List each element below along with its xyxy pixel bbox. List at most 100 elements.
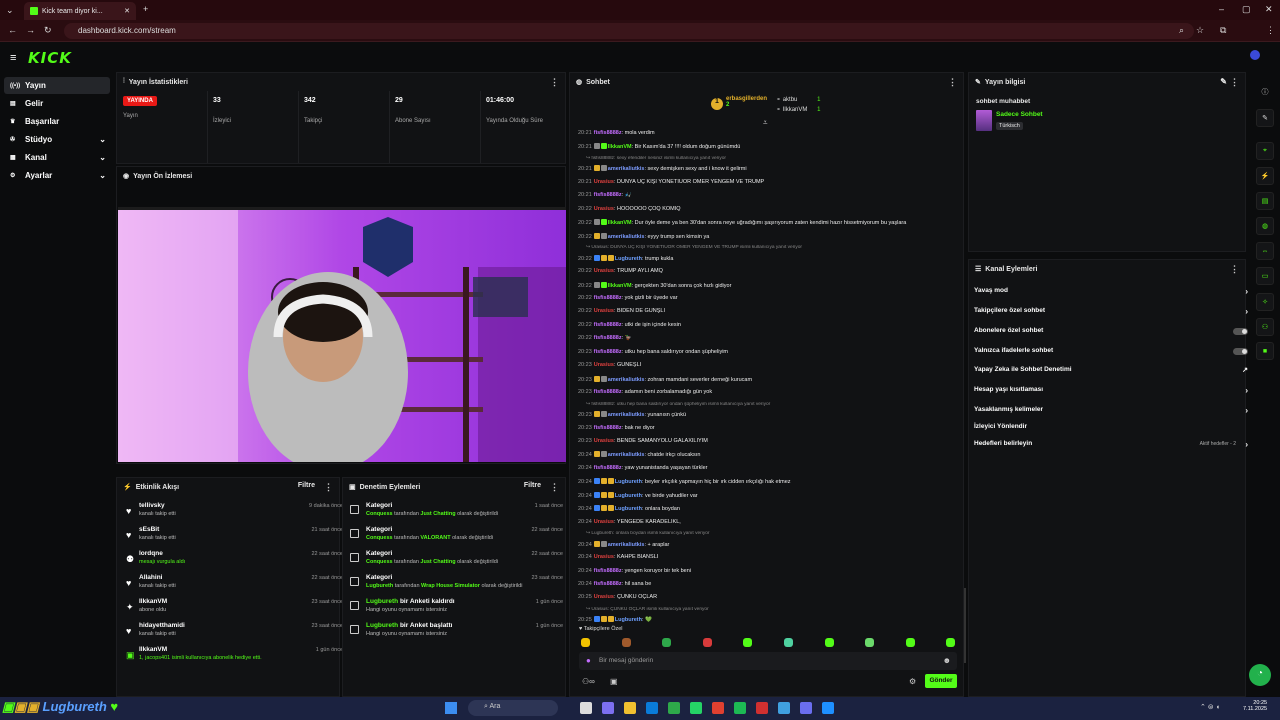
chevron-down-icon[interactable]: ⌄: [99, 153, 106, 162]
activity-user[interactable]: tellivsky: [139, 502, 165, 509]
chat-input[interactable]: ● Bir mesaj gönderin ☻: [579, 652, 957, 670]
chat-message[interactable]: 20:22 IlkkanVM: Dur öyle deme ya ben 30'd…: [578, 219, 963, 229]
moderation-item[interactable]: Kategori Lugbureth tarafından Wrap House …: [349, 574, 563, 596]
emote-icon[interactable]: [621, 638, 631, 647]
emoji-icon[interactable]: ☻: [943, 656, 951, 665]
activity-user[interactable]: IlkkanVM: [139, 646, 167, 653]
close-window-icon[interactable]: ✕: [1265, 4, 1273, 15]
chat-username[interactable]: amerikaliutkis: [608, 377, 645, 383]
user-avatar[interactable]: [1250, 50, 1260, 60]
chat-username[interactable]: Urasius: [594, 308, 614, 314]
zoom-icon[interactable]: ⌕: [1179, 25, 1184, 36]
leader-3[interactable]: ⚬ IlkkanVM 1: [776, 106, 820, 113]
chat-message[interactable]: 20:22 Urasius: BİDEN DE GÜNŞLİ: [578, 308, 963, 318]
chat-message[interactable]: 20:21 fisfis8888z: mola verdim: [578, 130, 963, 140]
chat-username[interactable]: Urasius: [594, 594, 614, 600]
chrome-icon[interactable]: [712, 702, 724, 714]
chat-message[interactable]: 20:23 fisfis8888z: adamın beni zorbalamad…: [578, 389, 963, 399]
chat-username[interactable]: IlkkanVM: [608, 283, 632, 289]
chat-username[interactable]: Urasius: [594, 519, 614, 525]
chat-username[interactable]: Lugbureth: [615, 256, 642, 262]
chat-username[interactable]: Urasius: [594, 438, 614, 444]
sidebar-item-5[interactable]: ⚙ Ayarlar ⌄: [4, 167, 110, 184]
arrows-icon[interactable]: ⇔: [1256, 242, 1274, 260]
edge-icon[interactable]: [646, 702, 658, 714]
tab-search-icon[interactable]: ⌄: [6, 5, 14, 16]
chat-username[interactable]: Lugbureth: [615, 506, 642, 512]
chat-message[interactable]: 20:23 fisfis8888z: utku hep bana saldırıy…: [578, 349, 963, 359]
chat-username[interactable]: amerikaliutkis: [608, 234, 645, 240]
chevron-right-icon[interactable]: ›: [1245, 386, 1248, 395]
more-options-icon[interactable]: ⋮: [550, 482, 559, 493]
chat-username[interactable]: Urasius: [594, 206, 614, 212]
chat-username[interactable]: amerikaliutkis: [608, 166, 645, 172]
chat-message[interactable]: 20:23 Urasius: BENDE SAMANYOLU GALAXİLİYİ…: [578, 438, 963, 448]
chat-message[interactable]: 20:21 IlkkanVM: Bir Kasım'da 37 !!!! oldu…: [578, 143, 963, 153]
emote-icon[interactable]: [824, 638, 834, 647]
chat-message[interactable]: 20:21 amerikaliutkis: sexy demişken sexy …: [578, 165, 963, 175]
chat-message[interactable]: 20:24 Urasius: YENGEDE KARADELİKL,: [578, 519, 963, 529]
activity-item[interactable]: ♥ sEsBit kanalı takip etti 21 saat önce: [123, 526, 343, 548]
taskbar-search[interactable]: ⌕ Ara: [468, 700, 558, 716]
chat-message[interactable]: 20:23 amerikaliutkis: zohran mamdani seve…: [578, 375, 963, 386]
chat-username[interactable]: IlkkanVM: [608, 144, 632, 150]
chat-message[interactable]: 20:22 IlkkanVM: gerçekten 30'dan sonra ço…: [578, 281, 963, 292]
stream-category[interactable]: Sadece Sohbet: [996, 111, 1043, 118]
chat-message[interactable]: 20:24 Lugbureth: beyler ırkçılık yapmayın…: [578, 478, 963, 488]
chat-username[interactable]: Lugbureth: [615, 479, 642, 485]
sidebar-item-2[interactable]: ♛ Başarılar: [4, 113, 110, 130]
discord-icon[interactable]: [800, 702, 812, 714]
chat-username[interactable]: Lugbureth: [615, 617, 642, 623]
chat-username[interactable]: fisfis8888z: [594, 322, 622, 328]
maximize-icon[interactable]: ▢: [1242, 4, 1251, 15]
channel-action-item[interactable]: Yalnızca ifadelerle sohbet: [974, 347, 1248, 361]
chevron-right-icon[interactable]: ›: [1245, 307, 1248, 316]
new-tab-icon[interactable]: +: [143, 4, 148, 14]
support-chat-button[interactable]: ◔: [1249, 664, 1271, 686]
activity-item[interactable]: ✦ IlkkanVM abone oldu 23 saat önce: [123, 598, 343, 620]
page-icon[interactable]: ▤: [1256, 192, 1274, 210]
chat-username[interactable]: fisfis8888z: [594, 465, 622, 471]
chevron-right-icon[interactable]: ›: [1245, 287, 1248, 296]
chat-message[interactable]: 20:24 fisfis8888z: yaw yunanistanda yaşay…: [578, 465, 963, 475]
chat-scrollbar[interactable]: [964, 588, 966, 663]
kick-logo[interactable]: KICK: [28, 49, 72, 67]
bookmark-star-icon[interactable]: ☆: [1196, 25, 1204, 36]
activity-user[interactable]: IlkkanVM: [139, 598, 167, 605]
chat-username[interactable]: fisfis8888z: [594, 130, 622, 136]
channel-action-item[interactable]: Abonelere özel sohbet: [974, 327, 1248, 341]
channel-action-item[interactable]: Yapay Zeka ile Sohbet Denetimi ↗: [974, 366, 1248, 380]
moderation-item[interactable]: Lugbureth bir Anketi kaldırdı Hangi oyunu…: [349, 598, 563, 620]
channel-action-item[interactable]: İzleyici Yönlendir: [974, 423, 1248, 437]
activity-user[interactable]: sEsBit: [139, 526, 159, 533]
spotify-icon[interactable]: [734, 702, 746, 714]
emote-icon[interactable]: [865, 638, 875, 647]
toggle-switch[interactable]: [1233, 348, 1248, 355]
system-tray-icons[interactable]: ⌃ ⊜ ◖: [1200, 703, 1220, 711]
leader-2[interactable]: ⚬ aktbu 1: [776, 96, 820, 103]
mic-icon[interactable]: ●: [586, 656, 591, 665]
chat-message[interactable]: 20:24 amerikaliutkis: chatde irkçı olucak…: [578, 451, 963, 461]
external-link-icon[interactable]: ↗: [1242, 366, 1248, 374]
chat-username[interactable]: fisfis8888z: [594, 425, 622, 431]
chat-username[interactable]: Urasius: [594, 179, 614, 185]
chat-message[interactable]: 20:25 Urasius: ÇÜNKÜ OÇLAR: [578, 594, 963, 604]
forward-icon[interactable]: →: [26, 25, 35, 35]
sidebar-item-0[interactable]: ((•)) Yayın: [4, 77, 110, 94]
chat-username[interactable]: amerikaliutkis: [608, 542, 645, 548]
chat-username[interactable]: fisfis8888z: [594, 192, 622, 198]
emote-icon[interactable]: [784, 638, 793, 647]
info-icon[interactable]: ⓘ: [1256, 83, 1274, 101]
activity-user[interactable]: lordqne: [139, 550, 163, 557]
chat-message[interactable]: 20:23 amerikaliutkis: yunanısn çünkü: [578, 411, 963, 421]
reload-icon[interactable]: ↻: [44, 25, 52, 36]
chat-username[interactable]: fisfis8888z: [594, 389, 622, 395]
emote-icon[interactable]: [905, 638, 915, 647]
chevron-right-icon[interactable]: ›: [1245, 440, 1248, 449]
vscode-icon[interactable]: [822, 702, 834, 714]
focus-icon[interactable]: ⌖: [1256, 142, 1274, 160]
start-icon[interactable]: [445, 702, 457, 714]
emote-icon[interactable]: [702, 638, 712, 647]
chat-username[interactable]: amerikaliutkis: [608, 412, 645, 418]
settings-icon[interactable]: [778, 702, 790, 714]
